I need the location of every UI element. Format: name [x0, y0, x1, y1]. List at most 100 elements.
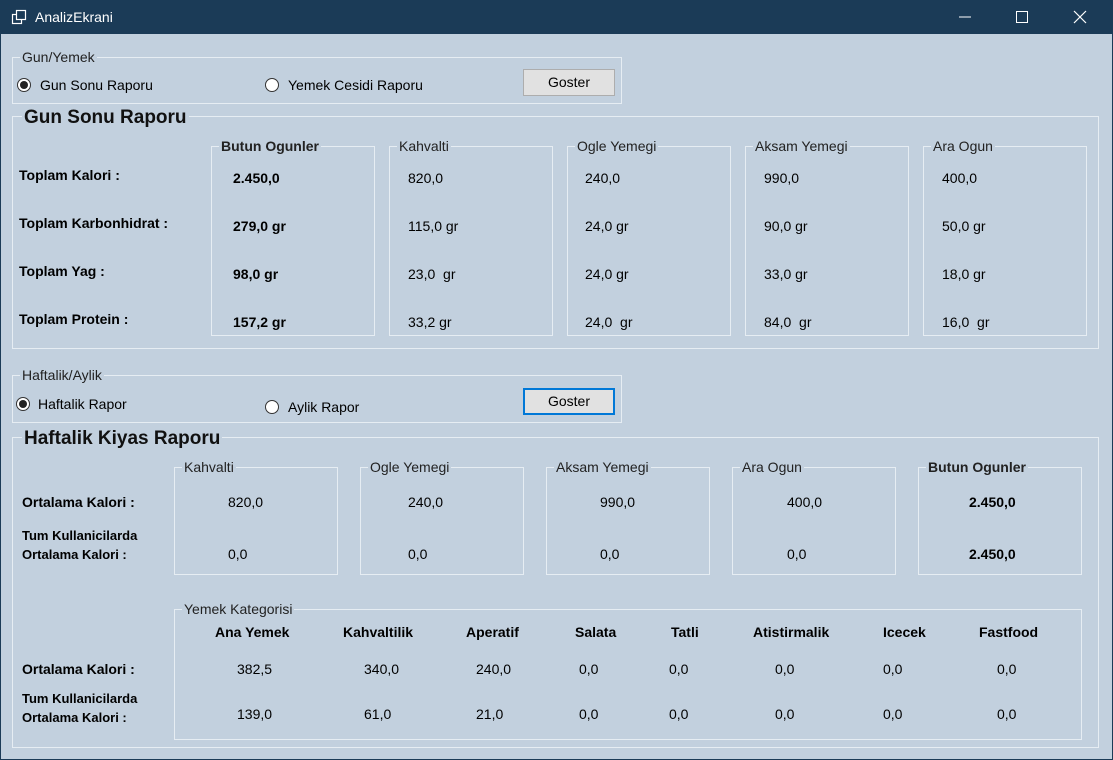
hk-butun-header: Butun Ogunler — [926, 459, 1028, 475]
yk-tatli-tum: 0,0 — [669, 706, 689, 722]
gs-ara-kalori: 400,0 — [942, 170, 978, 186]
maximize-button[interactable] — [993, 0, 1051, 34]
gs-kahvalti-protein: 33,2 gr — [408, 314, 452, 330]
yk-kahvaltilik-ortalama: 340,0 — [364, 661, 400, 677]
haftalik-radio-label[interactable]: Haftalik Rapor — [38, 396, 127, 412]
gun-sonu-radio[interactable] — [17, 78, 31, 92]
yk-ana-yemek-tum: 139,0 — [237, 706, 273, 722]
close-icon — [1073, 10, 1087, 24]
gs-aksam-yag: 33,0 gr — [764, 266, 808, 282]
hk-ogle-ortalama: 240,0 — [408, 494, 444, 510]
minimize-icon — [959, 16, 971, 18]
gs-ara-protein: 16,0 gr — [942, 314, 990, 330]
yk-header-aperatif: Aperatif — [466, 624, 519, 640]
gs-butun-karbonhidrat: 279,0 gr — [233, 218, 286, 234]
yk-kahvaltilik-tum: 61,0 — [364, 706, 392, 722]
app-window-icon — [11, 9, 27, 25]
hk-ogle-box — [360, 467, 524, 575]
yk-header-kahvaltilik: Kahvaltilik — [343, 624, 414, 640]
close-button[interactable] — [1051, 0, 1109, 34]
yk-header-tatli: Tatli — [671, 624, 699, 640]
gs-butun-header: Butun Ogunler — [219, 138, 321, 154]
yk-header-ana-yemek: Ana Yemek — [215, 624, 290, 640]
hk-kahvalti-ortalama: 820,0 — [228, 494, 264, 510]
gs-ara-karbonhidrat: 50,0 gr — [942, 218, 986, 234]
maximize-icon — [1016, 11, 1028, 23]
hk-butun-tum: 2.450,0 — [969, 546, 1016, 562]
yemek-cesidi-radio-label[interactable]: Yemek Cesidi Raporu — [288, 77, 423, 93]
yemek-cesidi-radio[interactable] — [265, 78, 279, 92]
gs-kahvalti-yag: 23,0 gr — [408, 266, 456, 282]
goster-button-gun[interactable]: Goster — [523, 69, 615, 96]
gs-butun-kalori: 2.450,0 — [233, 170, 280, 186]
gs-kahvalti-header: Kahvalti — [397, 138, 451, 154]
yk-row-label-ortalama: Ortalama Kalori : — [22, 661, 135, 677]
hk-ara-box — [732, 467, 896, 575]
hk-butun-ortalama: 2.450,0 — [969, 494, 1016, 510]
hk-kahvalti-header: Kahvalti — [182, 459, 236, 475]
haftalik-aylik-caption: Haftalik/Aylik — [20, 367, 104, 383]
yemek-kategorisi-group — [174, 609, 1082, 740]
gs-kahvalti-kalori: 820,0 — [408, 170, 444, 186]
yk-salata-tum: 0,0 — [579, 706, 599, 722]
minimize-button[interactable] — [936, 0, 994, 34]
hk-ara-tum: 0,0 — [787, 546, 807, 562]
yk-icecek-ortalama: 0,0 — [883, 661, 903, 677]
gs-row-label-karbonhidrat: Toplam Karbonhidrat : — [19, 215, 169, 231]
goster-button-haftalik[interactable]: Goster — [523, 388, 615, 415]
gs-butun-yag: 98,0 gr — [233, 266, 279, 282]
haftalik-radio[interactable] — [16, 397, 30, 411]
hk-kahvalti-box — [174, 467, 338, 575]
gs-aksam-protein: 84,0 gr — [764, 314, 812, 330]
yk-icecek-tum: 0,0 — [883, 706, 903, 722]
yk-row-label-tum-2: Ortalama Kalori : — [22, 710, 127, 725]
yk-fastfood-tum: 0,0 — [997, 706, 1017, 722]
haftalik-kiyas-title: Haftalik Kiyas Raporu — [22, 428, 223, 450]
gs-ogle-yag: 24,0 gr — [585, 266, 629, 282]
hk-aksam-tum: 0,0 — [600, 546, 620, 562]
gs-aksam-header: Aksam Yemegi — [753, 138, 850, 154]
gun-yemek-caption: Gun/Yemek — [20, 49, 97, 65]
gs-ogle-karbonhidrat: 24,0 gr — [585, 218, 629, 234]
yemek-kategorisi-caption: Yemek Kategorisi — [182, 601, 295, 617]
aylik-radio[interactable] — [265, 400, 279, 414]
gs-butun-protein: 157,2 gr — [233, 314, 286, 330]
hk-ogle-header: Ogle Yemegi — [368, 459, 452, 475]
gs-ara-yag: 18,0 gr — [942, 266, 986, 282]
window-title: AnalizEkrani — [35, 9, 113, 25]
yk-atistirmalik-tum: 0,0 — [775, 706, 795, 722]
hk-ara-header: Ara Ogun — [740, 459, 804, 475]
yk-fastfood-ortalama: 0,0 — [997, 661, 1017, 677]
aylik-radio-label[interactable]: Aylik Rapor — [288, 399, 359, 415]
hk-kahvalti-tum: 0,0 — [228, 546, 248, 562]
yk-header-fastfood: Fastfood — [979, 624, 1039, 640]
hk-aksam-ortalama: 990,0 — [600, 494, 636, 510]
gs-row-label-yag: Toplam Yag : — [19, 263, 105, 279]
yk-tatli-ortalama: 0,0 — [669, 661, 689, 677]
yk-header-salata: Salata — [575, 624, 617, 640]
yk-atistirmalik-ortalama: 0,0 — [775, 661, 795, 677]
hk-ara-ortalama: 400,0 — [787, 494, 823, 510]
gs-row-label-kalori: Toplam Kalori : — [19, 167, 120, 183]
hk-aksam-header: Aksam Yemegi — [554, 459, 651, 475]
gun-sonu-title: Gun Sonu Raporu — [22, 107, 189, 129]
gs-ogle-header: Ogle Yemegi — [575, 138, 659, 154]
hk-row-label-tum-1: Tum Kullanicilarda — [22, 528, 138, 543]
gs-row-label-protein: Toplam Protein : — [19, 311, 129, 327]
yk-ana-yemek-ortalama: 382,5 — [237, 661, 273, 677]
hk-row-label-tum-2: Ortalama Kalori : — [22, 547, 127, 562]
gs-ara-header: Ara Ogun — [931, 138, 995, 154]
gs-ogle-kalori: 240,0 — [585, 170, 621, 186]
yk-header-atistirmalik: Atistirmalik — [753, 624, 830, 640]
gun-sonu-radio-label[interactable]: Gun Sonu Raporu — [40, 77, 153, 93]
hk-ogle-tum: 0,0 — [408, 546, 428, 562]
hk-aksam-box — [546, 467, 710, 575]
gs-ogle-protein: 24,0 gr — [585, 314, 633, 330]
yk-header-icecek: Icecek — [883, 624, 926, 640]
gs-aksam-kalori: 990,0 — [764, 170, 800, 186]
yk-aperatif-ortalama: 240,0 — [476, 661, 512, 677]
gs-kahvalti-karbonhidrat: 115,0 gr — [408, 218, 459, 234]
hk-row-label-ortalama: Ortalama Kalori : — [22, 494, 135, 510]
yk-row-label-tum-1: Tum Kullanicilarda — [22, 691, 138, 706]
title-bar: AnalizEkrani — [0, 0, 1113, 34]
